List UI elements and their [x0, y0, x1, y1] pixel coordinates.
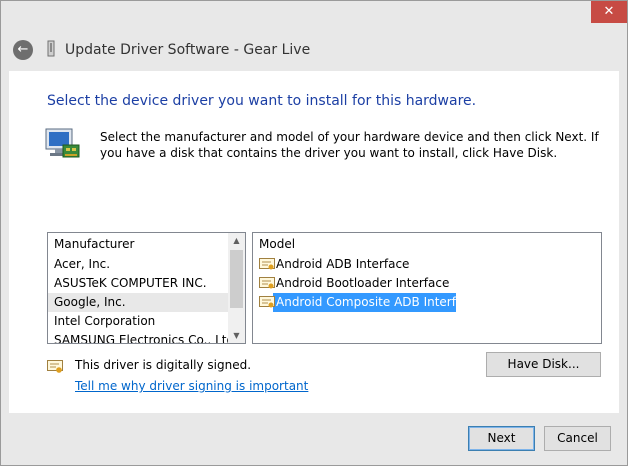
- manufacturer-item[interactable]: SAMSUNG Electronics Co., Ltd.: [48, 331, 245, 343]
- scroll-up-icon[interactable]: ▲: [228, 233, 245, 248]
- wizard-header: ← Update Driver Software - Gear Live: [1, 31, 627, 71]
- driver-certificate-icon: [259, 296, 275, 308]
- manufacturer-item-selected[interactable]: Google, Inc.: [48, 293, 245, 312]
- manufacturer-scrollbar[interactable]: ▲ ▼: [228, 233, 245, 343]
- title-bar: ✕: [1, 1, 627, 31]
- computer-hardware-icon: [45, 128, 80, 158]
- next-button[interactable]: Next: [468, 426, 535, 451]
- manufacturer-item[interactable]: Acer, Inc.: [48, 255, 245, 274]
- model-list[interactable]: Model Android ADB Interface Android Boot…: [252, 232, 602, 344]
- signing-status-text: This driver is digitally signed.: [75, 358, 252, 372]
- model-item-label: Android ADB Interface: [276, 257, 410, 271]
- manufacturer-item[interactable]: ASUSTeK COMPUTER INC.: [48, 274, 245, 293]
- model-item[interactable]: Android Bootloader Interface: [253, 274, 601, 293]
- scroll-thumb[interactable]: [230, 250, 243, 308]
- model-column-header: Model: [259, 237, 296, 251]
- close-button[interactable]: ✕: [591, 1, 627, 23]
- driver-certificate-icon: [259, 277, 275, 289]
- cancel-button[interactable]: Cancel: [544, 426, 611, 451]
- window-title: Update Driver Software - Gear Live: [65, 42, 311, 58]
- driver-signing-link[interactable]: Tell me why driver signing is important: [75, 379, 308, 393]
- update-driver-window: ✕ ← Update Driver Software - Gear Live S…: [0, 0, 628, 466]
- model-item-label: Android Composite ADB Interface: [273, 293, 477, 312]
- driver-certificate-icon: [259, 258, 275, 270]
- back-arrow-icon[interactable]: ←: [13, 40, 33, 60]
- manufacturer-column-header: Manufacturer: [54, 237, 135, 251]
- content-panel: Select the device driver you want to ins…: [9, 71, 619, 413]
- model-item[interactable]: Android ADB Interface: [253, 255, 601, 274]
- model-item-selected[interactable]: Android Composite ADB Interface: [253, 293, 601, 312]
- device-icon: [47, 40, 55, 57]
- manufacturer-list[interactable]: Manufacturer Acer, Inc. ASUSTeK COMPUTER…: [47, 232, 246, 344]
- signed-certificate-icon: [47, 360, 63, 373]
- model-item-label: Android Bootloader Interface: [276, 276, 450, 290]
- have-disk-button[interactable]: Have Disk...: [486, 352, 601, 377]
- scroll-down-icon[interactable]: ▼: [228, 328, 245, 343]
- manufacturer-item[interactable]: Intel Corporation: [48, 312, 245, 331]
- page-title: Select the device driver you want to ins…: [47, 93, 477, 109]
- instructions-text: Select the manufacturer and model of you…: [100, 130, 599, 160]
